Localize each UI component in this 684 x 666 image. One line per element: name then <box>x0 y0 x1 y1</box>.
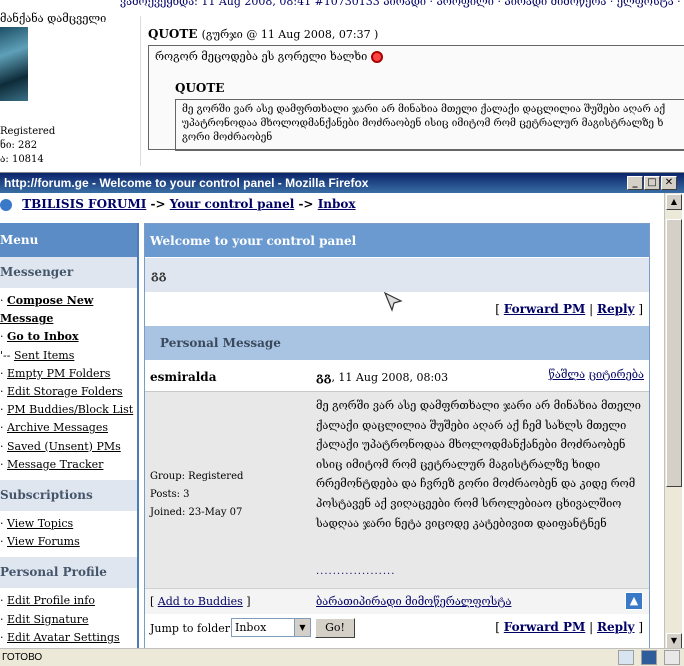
message-links: წაშლა ციტირება <box>549 368 645 381</box>
reply-link[interactable]: Reply <box>597 620 635 634</box>
message-text: მე გორში ვარ ასე დამფრთხალი ჯარი არ მინა… <box>316 399 641 530</box>
poster-name: მანქანა დამცველი <box>0 12 107 25</box>
quote-header: QUOTE (გურჯი @ 11 Aug 2008, 07:37 ) <box>148 27 379 41</box>
menu-item-edit-profile: · Edit Profile info <box>0 594 95 608</box>
scroll-up-icon[interactable]: ▲ <box>666 194 682 210</box>
mouse-cursor-icon <box>383 291 403 312</box>
menu-item-sent: '-- Sent Items <box>0 348 75 362</box>
message-panel: Welcome to your control panel გგ [ Forwa… <box>144 223 650 651</box>
menu-item-inbox: · Go to Inbox <box>0 330 79 344</box>
menu-item-archive: · Archive Messages <box>0 421 109 435</box>
sender-name: esmiralda <box>150 370 217 384</box>
sender-joined: Joined: 23-May 07 <box>150 507 243 518</box>
scroll-down-icon[interactable]: ▼ <box>666 633 682 649</box>
breadcrumb-inbox-link[interactable]: Inbox <box>318 197 356 211</box>
scroll-top-icon[interactable]: ▲ <box>625 592 643 610</box>
menu-item-view-topics: · View Topics <box>0 517 74 531</box>
message-meta-row: esmiralda გგ, 11 Aug 2008, 08:03 წაშლა ც… <box>145 360 649 392</box>
private-message-link: ბარათიპირადი მიმოწერალფოსტა <box>316 595 512 608</box>
maximize-button[interactable]: □ <box>644 176 660 190</box>
menu-item-tracker: · Message Tracker <box>0 457 104 471</box>
breadcrumb-separator: -> <box>150 197 166 211</box>
minimize-button[interactable]: _ <box>627 176 643 190</box>
personal-message-header: Personal Message <box>145 326 649 360</box>
signature-separator: ................... <box>316 566 396 577</box>
menu-item-saved: · Saved (Unsent) PMs <box>0 439 121 453</box>
poster-group: Registered <box>0 126 56 137</box>
menu-item-edit-folders: · Edit Storage Folders <box>0 385 123 399</box>
forward-pm-link[interactable]: Forward PM <box>504 620 586 634</box>
vertical-scrollbar[interactable]: ▲ ▼ <box>664 193 682 651</box>
poster-stats: Registered ნი: 282 ა: 10814 <box>0 125 55 167</box>
message-footer-row: [ Add to Buddies ] ბარათიპირადი მიმოწერა… <box>145 588 649 614</box>
message-subject: გგ <box>145 258 649 292</box>
delete-link[interactable]: წაშლა <box>549 368 586 381</box>
scrollbar-thumb[interactable] <box>666 219 682 487</box>
sender-group: Group: Registered <box>150 471 244 482</box>
jump-to-folder-label: Jump to folder: <box>150 622 234 635</box>
inner-quote-box: მე გორში ვარ ასე დამფრთხალი ჯარი არ მინა… <box>175 99 684 151</box>
menu-item-buddies: · PM Buddies/Block List <box>0 403 134 417</box>
menu-section-subscriptions: Subscriptions <box>0 480 137 512</box>
close-button[interactable]: ✕ <box>661 176 677 190</box>
forum-nav-icon <box>0 198 12 211</box>
menu-section-messenger: Messenger <box>0 257 137 288</box>
go-button[interactable]: Go! <box>315 618 355 638</box>
message-body-row: Group: Registered Posts: 3 Joined: 23-Ma… <box>145 392 649 588</box>
menu-item-edit-avatar: · Edit Avatar Settings <box>0 630 120 644</box>
chevron-down-icon[interactable]: ▼ <box>294 619 310 636</box>
menu-item-view-forums: · View Forums <box>0 535 80 549</box>
firefox-popup-window: http://forum.ge - Welcome to your contro… <box>0 172 684 651</box>
folder-selected: Inbox <box>235 621 267 634</box>
post-header-links[interactable]: ვამოქვეყნდა: 11 Aug 2008, 08:41 #1073013… <box>120 0 684 8</box>
menu-item-edit-signature: · Edit Signature <box>0 612 89 626</box>
sender-info: Group: Registered Posts: 3 Joined: 23-Ma… <box>150 468 243 522</box>
folder-select[interactable]: Inbox ▼ <box>231 618 311 637</box>
breadcrumb-home-link[interactable]: TBILISIS FORUMI <box>22 197 146 211</box>
add-to-buddies-link[interactable]: Add to Buddies <box>158 595 243 608</box>
security-icon <box>618 650 634 665</box>
poster-count: ა: 10814 <box>0 154 44 165</box>
menu-section-profile: Personal Profile <box>0 557 137 589</box>
message-actions-bottom: [ Forward PM | Reply ] <box>495 620 643 634</box>
welcome-header: Welcome to your control panel <box>145 224 649 258</box>
poster-posts: ნი: 282 <box>0 140 38 151</box>
avatar <box>0 27 28 101</box>
resize-grip-icon[interactable] <box>664 650 680 665</box>
background-forum-page: ვამოქვეყნდა: 11 Aug 2008, 08:41 #1073013… <box>0 0 684 175</box>
inner-quote-header: QUOTE <box>175 81 225 95</box>
breadcrumb-control-panel-link[interactable]: Your control panel <box>170 197 294 211</box>
post-body: QUOTE (გურჯი @ 11 Aug 2008, 07:37 ) როგო… <box>140 16 684 166</box>
rose-emoticon-icon <box>370 51 383 63</box>
quote-box: როგორ მეცოდება ეს გორელი ხალხი QUOTE მე … <box>148 45 684 151</box>
menu-item-compose: · Compose New Message <box>0 294 94 326</box>
quote-text: როგორ მეცოდება ეს გორელი ხალხი <box>155 50 368 63</box>
extension-icon[interactable] <box>641 650 657 665</box>
window-title: http://forum.ge - Welcome to your contro… <box>4 176 369 190</box>
status-text: ГОТОВО <box>2 652 43 663</box>
breadcrumb-separator: -> <box>298 197 314 211</box>
status-bar: ГОТОВО <box>0 648 684 666</box>
control-panel-menu: Menu Messenger · Compose New Message · G… <box>0 223 139 651</box>
add-to-buddies: [ Add to Buddies ] <box>150 595 251 608</box>
sender-posts: Posts: 3 <box>150 489 190 500</box>
window-titlebar[interactable]: http://forum.ge - Welcome to your contro… <box>0 173 684 193</box>
menu-item-empty-folders: · Empty PM Folders <box>0 366 111 380</box>
message-date: გგ, 11 Aug 2008, 08:03 <box>316 370 449 384</box>
breadcrumb: TBILISIS FORUMI -> Your control panel ->… <box>0 197 356 211</box>
reply-link[interactable]: Reply <box>597 302 635 316</box>
folder-jump-row: Jump to folder: Inbox ▼ Go! [ Forward PM… <box>145 614 649 642</box>
forward-pm-link[interactable]: Forward PM <box>504 302 586 316</box>
menu-title: Menu <box>0 223 137 257</box>
quote-link[interactable]: ციტირება <box>589 368 644 381</box>
